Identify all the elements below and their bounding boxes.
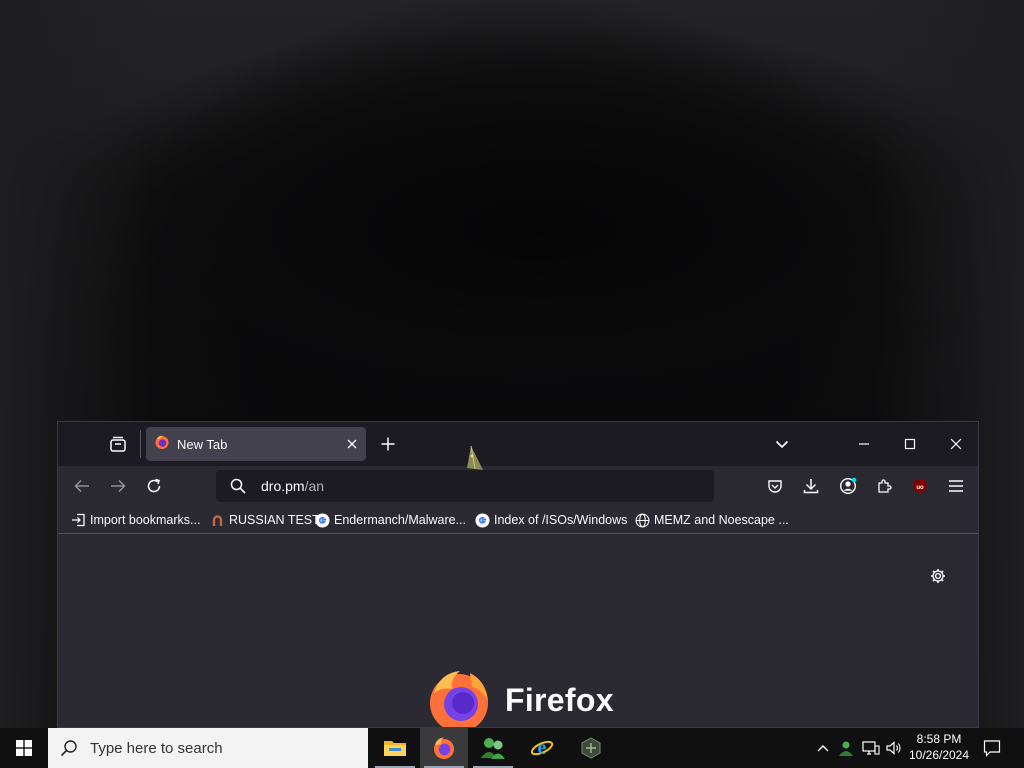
ublock-origin-icon[interactable]: uo — [910, 476, 930, 496]
firefox-favicon-icon — [154, 434, 170, 455]
people-app-icon — [480, 736, 506, 760]
globe-icon — [635, 513, 650, 528]
list-all-tabs-chevron-icon[interactable] — [772, 434, 792, 454]
taskbar-internet-explorer[interactable]: e — [518, 728, 566, 768]
firefox-view-icon[interactable] — [108, 434, 128, 454]
notification-center-icon[interactable] — [978, 728, 1006, 768]
close-window-icon[interactable] — [946, 434, 966, 454]
horseshoe-favicon-icon — [210, 513, 225, 528]
extensions-puzzle-icon[interactable] — [874, 476, 894, 496]
bookmark-label: Import bookmarks... — [90, 513, 201, 527]
taskbar-search-box[interactable]: Type here to search — [48, 728, 368, 768]
pocket-icon[interactable] — [765, 476, 785, 496]
volume-icon[interactable] — [884, 728, 904, 768]
search-icon — [60, 739, 78, 757]
taskbar-clock[interactable]: 8:58 PM 10/26/2024 — [906, 731, 972, 763]
bookmark-memz[interactable]: MEMZ and Noescape ... — [635, 510, 789, 530]
taskbar-people-app[interactable] — [469, 728, 517, 768]
app-menu-hamburger-icon[interactable] — [946, 476, 966, 496]
new-tab-plus-icon[interactable] — [378, 434, 398, 454]
google-favicon-icon — [315, 512, 330, 528]
bookmark-russian-test[interactable]: RUSSIAN TEST — [210, 510, 320, 530]
forward-arrow-icon[interactable] — [108, 476, 128, 496]
bookmark-endermanch[interactable]: Endermanch/Malware... — [315, 510, 466, 530]
tab-title: New Tab — [177, 436, 228, 452]
url-text[interactable]: dro.pm/an — [261, 478, 324, 494]
bookmark-import[interactable]: Import bookmarks... — [71, 510, 200, 530]
tab-new-tab[interactable]: New Tab — [146, 427, 366, 461]
import-icon — [71, 513, 86, 527]
windows-start-icon[interactable] — [0, 728, 48, 768]
svg-text:e: e — [538, 737, 547, 759]
url-path: /an — [304, 478, 325, 494]
bookmark-label: MEMZ and Noescape ... — [654, 513, 789, 527]
bookmark-label: Index of /ISOs/Windows — [494, 513, 628, 527]
new-tab-page: Firefox — [58, 534, 978, 727]
bookmark-label: Endermanch/Malware... — [334, 513, 467, 527]
gear-icon[interactable] — [928, 566, 948, 586]
minimize-window-icon[interactable] — [854, 434, 874, 454]
search-placeholder: Type here to search — [90, 739, 223, 757]
taskbar-security-app[interactable] — [567, 728, 615, 768]
firefox-icon — [432, 736, 456, 760]
clock-date: 10/26/2024 — [908, 748, 970, 762]
taskbar-firefox[interactable] — [420, 728, 468, 768]
bookmark-label: RUSSIAN TEST — [229, 513, 320, 527]
bookmark-index-isos[interactable]: Index of /ISOs/Windows — [475, 510, 627, 530]
firefox-logo-icon — [426, 667, 492, 727]
firefox-window: New Tab dro.pm/an uo Import bookmarks...… — [57, 421, 979, 728]
firefox-wordmark: Firefox — [505, 682, 614, 718]
reload-icon[interactable] — [144, 476, 164, 496]
account-icon[interactable] — [838, 476, 858, 496]
cursor-icon — [463, 444, 489, 479]
svg-text:uo: uo — [916, 485, 924, 491]
security-app-icon — [580, 737, 602, 759]
downloads-icon[interactable] — [801, 476, 821, 496]
tab-divider — [140, 430, 141, 458]
tray-user-icon[interactable] — [836, 728, 856, 768]
back-arrow-icon[interactable] — [72, 476, 92, 496]
network-icon[interactable] — [860, 728, 882, 768]
navigation-toolbar: dro.pm/an uo — [58, 466, 978, 506]
bookmarks-toolbar: Import bookmarks... RUSSIAN TEST Enderma… — [58, 506, 978, 534]
search-icon — [230, 478, 246, 494]
tab-strip: New Tab — [58, 422, 978, 466]
show-hidden-icons-chevron-icon[interactable] — [814, 728, 832, 768]
google-favicon-icon — [475, 512, 490, 528]
maximize-window-icon[interactable] — [900, 434, 920, 454]
url-domain: dro.pm — [261, 478, 305, 494]
taskbar-file-explorer[interactable] — [371, 728, 419, 768]
close-tab-icon[interactable] — [346, 438, 358, 450]
windows-taskbar: Type here to search e 8:58 PM 10/26/2024 — [0, 728, 1024, 768]
clock-time: 8:58 PM — [916, 732, 962, 746]
file-explorer-icon — [383, 738, 407, 758]
internet-explorer-icon: e — [530, 736, 554, 760]
